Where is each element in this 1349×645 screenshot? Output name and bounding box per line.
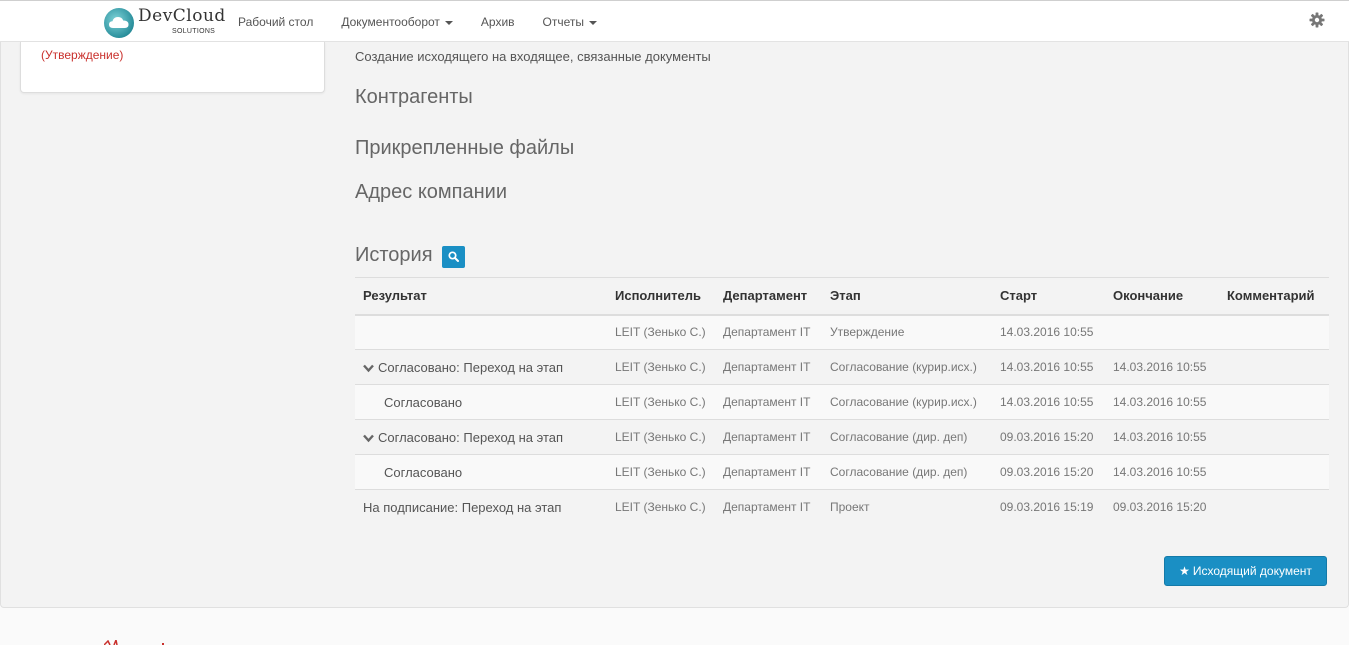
cell-executor: LEIT (Зенько С.) [607,489,715,525]
nav-item-document-flow[interactable]: Документооборот [327,1,467,43]
nav-item-desktop[interactable]: Рабочий стол [224,1,327,43]
chevron-down-icon[interactable] [363,364,374,373]
nav-item-label: Документооборот [341,15,440,29]
document-subtitle: Создание исходящего на входящее, связанн… [355,49,711,64]
nav-item-archive[interactable]: Архив [467,1,529,43]
main-nav: Рабочий стол Документооборот Архив Отчет… [224,1,611,43]
nav-item-label: Архив [480,15,515,29]
table-row: Согласовано LEIT (Зенько С.) Департамент… [355,384,1329,420]
column-header-result: Результат [355,277,607,316]
star-icon: ★ [1179,564,1190,578]
column-header-end: Окончание [1105,277,1219,316]
cell-stage: Утверждение [822,314,992,350]
search-icon [448,251,459,262]
cell-end: 14.03.2016 10:55 [1105,384,1219,420]
cell-comment [1219,419,1329,455]
cell-department: Департамент IT [715,314,822,350]
page-footer [0,608,1349,645]
cell-result: Согласовано [355,454,607,490]
cell-end: 14.03.2016 10:55 [1105,349,1219,385]
cell-stage: Проект [822,489,992,525]
section-attached-files[interactable]: Прикрепленные файлы [355,137,574,160]
cell-start: 09.03.2016 15:20 [992,454,1105,490]
caret-down-icon [444,20,453,25]
logo[interactable]: DevCloud SOLUTIONS [104,6,226,38]
cell-result: Согласовано: Переход на этап [355,419,607,455]
chevron-down-icon[interactable] [363,434,374,443]
cell-result: Согласовано [355,384,607,420]
cell-end: 14.03.2016 10:55 [1105,454,1219,490]
result-text: Согласовано: Переход на этап [378,429,564,445]
cell-comment [1219,489,1329,525]
history-table: Результат Исполнитель Департамент Этап С… [355,277,1329,525]
outgoing-document-label: Исходящий документ [1192,564,1312,578]
table-row[interactable]: Согласовано: Переход на этап LEIT (Зеньк… [355,349,1329,385]
top-navbar: DevCloud SOLUTIONS Рабочий стол Документ… [0,0,1349,42]
cell-stage: Согласование (дир. деп) [822,454,992,490]
table-row: Согласовано LEIT (Зенько С.) Департамент… [355,454,1329,490]
cell-result: Согласовано: Переход на этап [355,349,607,385]
cell-end [1105,314,1219,350]
cell-start: 14.03.2016 10:55 [992,384,1105,420]
cell-start: 14.03.2016 10:55 [992,314,1105,350]
table-row[interactable]: Согласовано: Переход на этап LEIT (Зеньк… [355,419,1329,455]
cell-department: Департамент IT [715,419,822,455]
column-header-comment: Комментарий [1219,277,1329,316]
column-header-executor: Исполнитель [607,277,715,316]
column-header-start: Старт [992,277,1105,316]
cell-stage: Согласование (курир.исх.) [822,384,992,420]
nav-item-label: Рабочий стол [238,15,314,29]
cell-department: Департамент IT [715,349,822,385]
cell-stage: Согласование (курир.исх.) [822,349,992,385]
cell-executor: LEIT (Зенько С.) [607,314,715,350]
cell-executor: LEIT (Зенько С.) [607,419,715,455]
cell-executor: LEIT (Зенько С.) [607,454,715,490]
caret-down-icon [589,20,598,25]
table-row: На подписание: Переход на этап LEIT (Зен… [355,489,1329,525]
document-status-card: (Утверждение) [20,42,325,93]
table-header-row: Результат Исполнитель Департамент Этап С… [355,277,1329,316]
table-row: LEIT (Зенько С.) Департамент IT Утвержде… [355,314,1329,350]
section-company-address[interactable]: Адрес компании [355,181,507,204]
gear-icon[interactable] [1309,12,1325,28]
cell-start: 09.03.2016 15:20 [992,419,1105,455]
cloud-logo-icon [104,8,134,38]
status-text: (Утверждение) [41,48,124,62]
cell-comment [1219,454,1329,490]
nav-item-reports[interactable]: Отчеты [529,1,611,43]
cell-end: 09.03.2016 15:20 [1105,489,1219,525]
cell-start: 09.03.2016 15:19 [992,489,1105,525]
logo-subtext: SOLUTIONS [172,28,216,35]
cell-department: Департамент IT [715,489,822,525]
column-header-stage: Этап [822,277,992,316]
cell-end: 14.03.2016 10:55 [1105,419,1219,455]
section-counterparties[interactable]: Контрагенты [355,86,473,109]
column-header-department: Департамент [715,277,822,316]
cell-result: На подписание: Переход на этап [355,489,607,525]
section-history-title: История [355,244,433,266]
logo-text: DevCloud [138,6,226,26]
cell-executor: LEIT (Зенько С.) [607,384,715,420]
footer-logo-fragment [104,640,164,645]
cell-start: 14.03.2016 10:55 [992,349,1105,385]
nav-item-label: Отчеты [542,15,585,29]
outgoing-document-button[interactable]: ★ Исходящий документ [1164,556,1327,586]
cell-executor: LEIT (Зенько С.) [607,349,715,385]
result-text: Согласовано: Переход на этап [378,359,564,375]
history-search-button[interactable] [442,246,465,268]
cell-comment [1219,384,1329,420]
cell-department: Департамент IT [715,384,822,420]
cell-result [355,314,607,350]
cell-comment [1219,349,1329,385]
cell-department: Департамент IT [715,454,822,490]
cell-stage: Согласование (дир. деп) [822,419,992,455]
cell-comment [1219,314,1329,350]
